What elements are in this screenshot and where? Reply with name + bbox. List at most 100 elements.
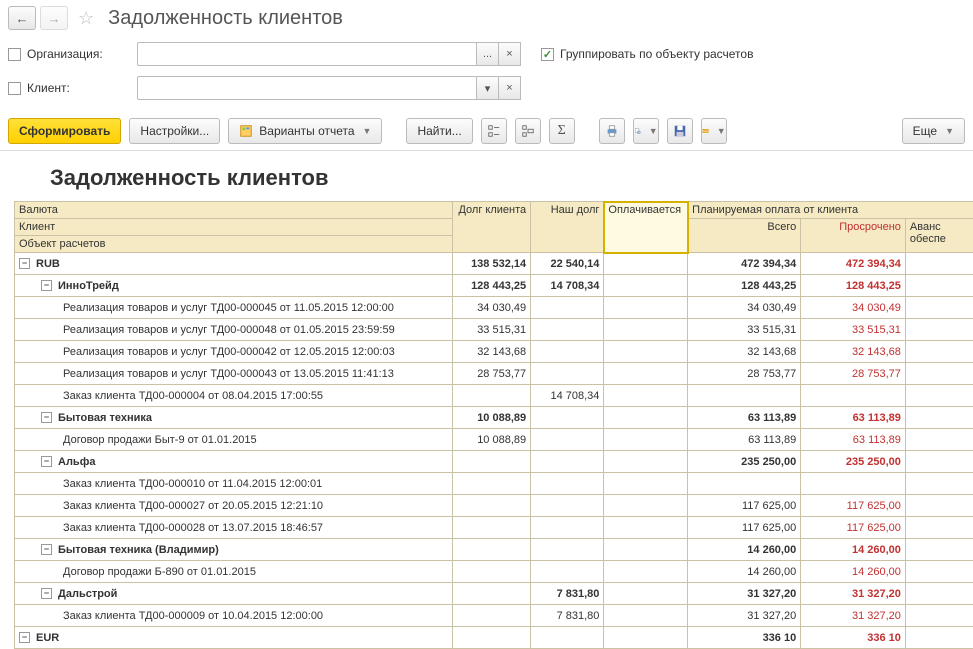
table-row[interactable]: −Бытовая техника (Владимир)14 260,0014 2… [15,539,973,561]
expand-groups-button[interactable] [515,118,541,144]
cell[interactable] [452,451,531,473]
cell[interactable] [905,627,973,649]
cell[interactable] [604,297,688,319]
cell[interactable] [801,385,906,407]
col-object[interactable]: Объект расчетов [15,236,453,253]
table-row[interactable]: Договор продажи Быт-9 от 01.01.201510 08… [15,429,973,451]
table-row[interactable]: Заказ клиента ТД00-000004 от 08.04.2015 … [15,385,973,407]
cell[interactable]: 7 831,80 [531,583,604,605]
currency-toggle[interactable]: − [19,258,30,269]
cell[interactable]: 33 515,31 [688,319,801,341]
cell[interactable] [604,561,688,583]
cell[interactable] [905,385,973,407]
table-row[interactable]: Заказ клиента ТД00-000028 от 13.07.2015 … [15,517,973,539]
cell[interactable] [531,627,604,649]
cell[interactable] [531,539,604,561]
cell[interactable] [604,319,688,341]
col-client-debt[interactable]: Долг клиента [452,202,531,253]
table-row[interactable]: Реализация товаров и услуг ТД00-000048 о… [15,319,973,341]
col-client[interactable]: Клиент [15,219,453,236]
cell[interactable]: 63 113,89 [688,429,801,451]
cell[interactable]: 117 625,00 [688,495,801,517]
table-row[interactable]: −Дальстрой7 831,8031 327,2031 327,20 [15,583,973,605]
cell[interactable]: 31 327,20 [801,605,906,627]
cell[interactable]: 14 260,00 [801,561,906,583]
table-row[interactable]: −Бытовая техника10 088,8963 113,8963 113… [15,407,973,429]
cell[interactable]: 28 753,77 [801,363,906,385]
client-clear-button[interactable]: × [499,76,521,100]
cell[interactable]: 34 030,49 [801,297,906,319]
cell[interactable] [604,275,688,297]
cell[interactable] [604,583,688,605]
cell[interactable] [604,253,688,275]
cell[interactable]: 117 625,00 [801,517,906,539]
cell[interactable]: 336 10 [801,627,906,649]
cell[interactable] [905,495,973,517]
cell[interactable] [452,473,531,495]
cell[interactable]: 32 143,68 [801,341,906,363]
client-toggle[interactable]: − [41,456,52,467]
client-toggle[interactable]: − [41,544,52,555]
col-total[interactable]: Всего [688,219,801,253]
organization-select-button[interactable]: ... [477,42,499,66]
cell[interactable]: 34 030,49 [688,297,801,319]
cell[interactable]: 10 088,89 [452,429,531,451]
cell[interactable]: 472 394,34 [688,253,801,275]
cell[interactable] [604,539,688,561]
cell[interactable] [452,605,531,627]
cell[interactable] [604,363,688,385]
col-overdue[interactable]: Просрочено [801,219,906,253]
cell[interactable]: 14 260,00 [801,539,906,561]
cell[interactable]: 235 250,00 [688,451,801,473]
table-row[interactable]: Реализация товаров и услуг ТД00-000042 о… [15,341,973,363]
cell[interactable]: 128 443,25 [801,275,906,297]
client-checkbox[interactable] [8,82,21,95]
cell[interactable]: 14 260,00 [688,561,801,583]
table-row[interactable]: −Альфа235 250,00235 250,00 [15,451,973,473]
cell[interactable] [905,341,973,363]
cell[interactable]: 472 394,34 [801,253,906,275]
cell[interactable] [905,363,973,385]
cell[interactable] [531,297,604,319]
cell[interactable] [905,605,973,627]
cell[interactable]: 32 143,68 [688,341,801,363]
client-dropdown-button[interactable]: ▾ [477,76,499,100]
cell[interactable]: 31 327,20 [688,583,801,605]
report-grid[interactable]: Валюта Долг клиента Наш долг Оплачиваетс… [14,201,973,649]
cell[interactable] [604,517,688,539]
cell[interactable] [452,517,531,539]
nav-back-button[interactable]: ← [8,6,36,30]
cell[interactable] [604,473,688,495]
cell[interactable] [905,297,973,319]
cell[interactable] [452,385,531,407]
cell[interactable] [531,319,604,341]
table-row[interactable]: Договор продажи Б-890 от 01.01.201514 26… [15,561,973,583]
cell[interactable] [452,583,531,605]
cell[interactable]: 33 515,31 [452,319,531,341]
organization-clear-button[interactable]: × [499,42,521,66]
col-advance[interactable]: Аванс обеспе [905,219,973,253]
table-row[interactable]: Реализация товаров и услуг ТД00-000045 о… [15,297,973,319]
cell[interactable] [531,495,604,517]
print-button[interactable] [599,118,625,144]
cell[interactable]: 22 540,14 [531,253,604,275]
cell[interactable]: 10 088,89 [452,407,531,429]
cell[interactable]: 28 753,77 [452,363,531,385]
cell[interactable] [452,495,531,517]
cell[interactable] [531,429,604,451]
currency-toggle[interactable]: − [19,632,30,643]
group-by-object-checkbox[interactable]: ✓ [541,48,554,61]
cell[interactable]: 14 708,34 [531,275,604,297]
col-planned[interactable]: Планируемая оплата от клиента [688,202,973,219]
cell[interactable] [452,561,531,583]
cell[interactable] [905,429,973,451]
nav-forward-button[interactable]: → [40,6,68,30]
cell[interactable]: 235 250,00 [801,451,906,473]
cell[interactable] [604,407,688,429]
cell[interactable]: 31 327,20 [688,605,801,627]
cell[interactable] [905,275,973,297]
generate-button[interactable]: Сформировать [8,118,121,144]
cell[interactable]: 32 143,68 [452,341,531,363]
cell[interactable]: 33 515,31 [801,319,906,341]
cell[interactable] [905,451,973,473]
